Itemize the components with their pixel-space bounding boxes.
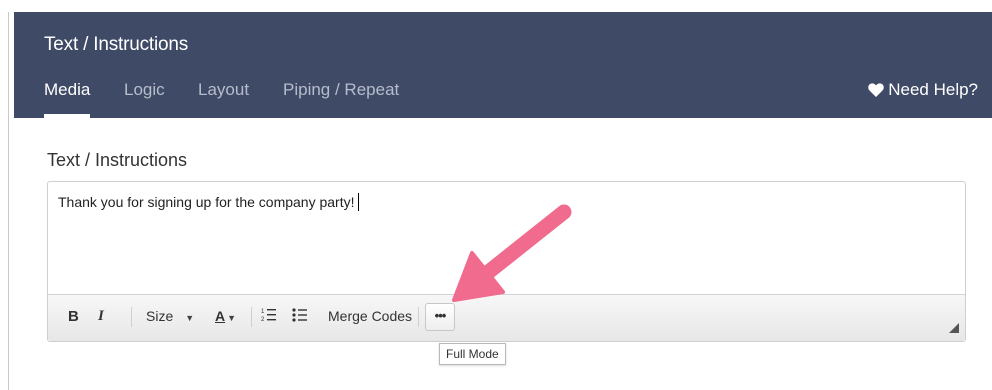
left-border	[8, 12, 9, 390]
need-help-link[interactable]: Need Help?	[868, 80, 978, 100]
need-help-label: Need Help?	[888, 80, 978, 99]
tab-media[interactable]: Media	[44, 80, 91, 118]
merge-codes-button[interactable]: Merge Codes	[328, 308, 412, 324]
toolbar-separator	[418, 307, 419, 327]
chevron-down-icon: ▼	[185, 313, 195, 323]
ordered-list-button[interactable]: 12	[261, 307, 277, 326]
editor-content-area[interactable]: Thank you for signing up for the company…	[48, 182, 965, 296]
dialog-header: Text / Instructions Media Logic Layout P…	[14, 12, 992, 118]
resize-handle-icon[interactable]	[949, 323, 959, 333]
italic-button[interactable]: I	[98, 308, 104, 325]
full-mode-button[interactable]: •••	[425, 303, 455, 331]
editor-toolbar: B I Size ▼ A ▼ 12 Merge Codes •••	[48, 294, 965, 341]
bold-button[interactable]: B	[68, 308, 79, 325]
heart-icon	[868, 80, 888, 99]
toolbar-separator	[131, 307, 132, 327]
font-color-button[interactable]: A ▼	[215, 308, 236, 324]
bullet-list-button[interactable]	[292, 307, 308, 326]
tab-layout[interactable]: Layout	[198, 80, 249, 118]
tab-piping-repeat[interactable]: Piping / Repeat	[283, 80, 399, 118]
editor-text: Thank you for signing up for the company…	[58, 194, 355, 210]
svg-text:1: 1	[261, 309, 265, 315]
bullet-list-icon	[292, 308, 307, 322]
size-label: Size	[146, 308, 174, 324]
tab-logic[interactable]: Logic	[124, 80, 165, 118]
header-title: Text / Instructions	[44, 34, 189, 55]
font-color-icon: A	[215, 308, 226, 324]
svg-text:2: 2	[261, 317, 265, 323]
editor-label: Text / Instructions	[47, 150, 188, 170]
text-cursor	[357, 193, 359, 211]
chevron-down-icon: ▼	[227, 313, 237, 323]
rich-text-editor: Thank you for signing up for the company…	[47, 181, 966, 342]
toolbar-separator	[251, 307, 252, 327]
size-dropdown[interactable]: Size ▼	[146, 308, 194, 324]
full-mode-tooltip: Full Mode	[439, 343, 506, 365]
ordered-list-icon: 12	[261, 309, 276, 323]
